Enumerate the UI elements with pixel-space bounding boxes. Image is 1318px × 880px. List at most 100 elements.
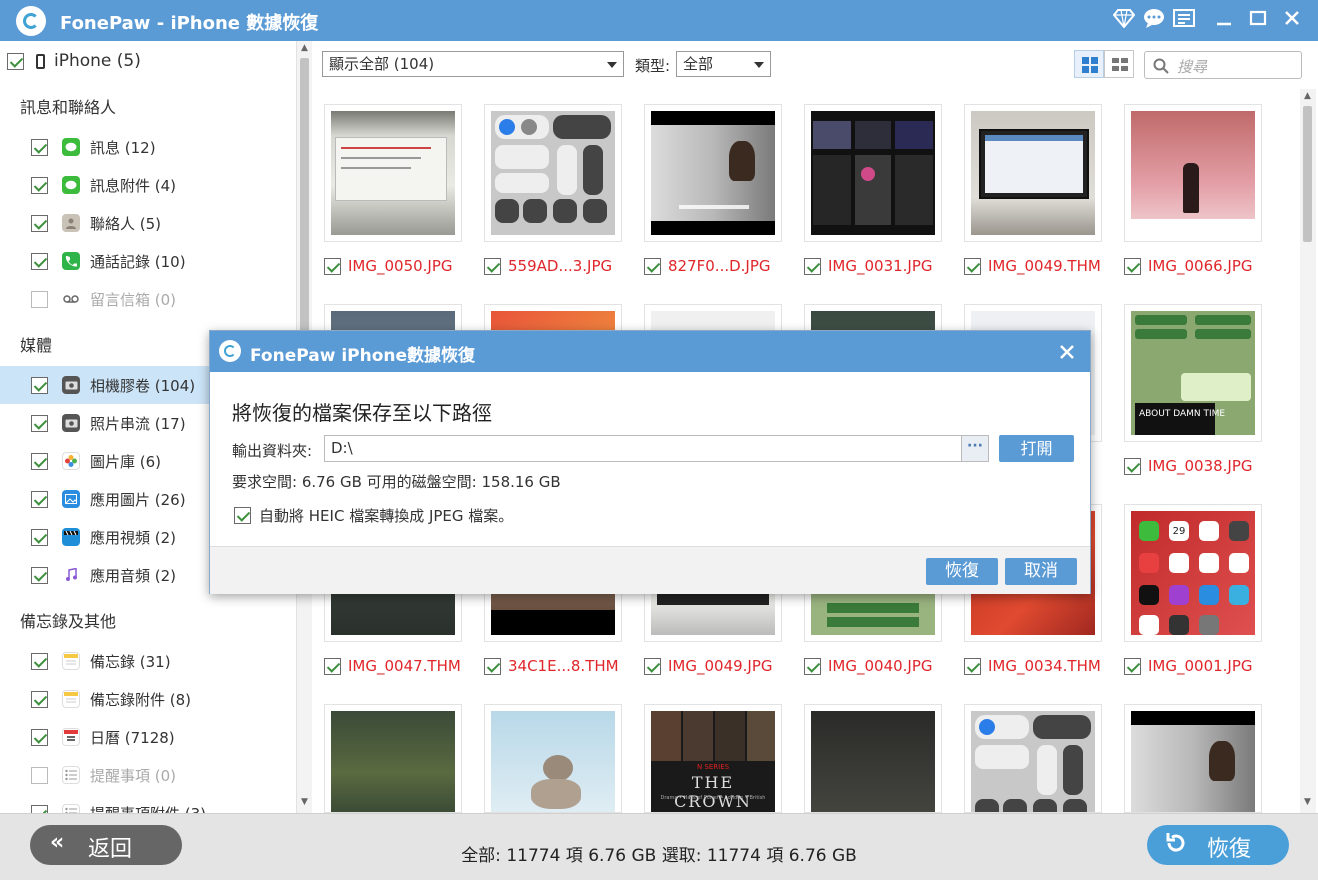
message-attachments-checkbox[interactable] (31, 176, 48, 194)
sidebar-item-label: 通話記錄 (10) (90, 252, 186, 271)
file-checkbox[interactable] (324, 657, 341, 675)
sidebar-device-row[interactable]: iPhone (5) (0, 42, 296, 80)
type-dropdown[interactable]: 全部 (676, 51, 771, 77)
reminders-attachments-checkbox[interactable] (31, 804, 48, 813)
contacts-checkbox[interactable] (31, 214, 48, 232)
scroll-up-icon[interactable]: ▲ (301, 43, 308, 53)
heic-checkbox[interactable] (234, 507, 251, 524)
voicemail-checkbox[interactable] (31, 290, 48, 308)
grid-view-button[interactable] (1074, 50, 1104, 78)
diamond-icon[interactable] (1112, 8, 1136, 32)
calendar-checkbox[interactable] (31, 728, 48, 746)
sidebar-item-reminders[interactable]: 提醒事項 (0) (0, 756, 296, 794)
camera-roll-checkbox[interactable] (31, 376, 48, 394)
file-caption[interactable]: 559AD...3.JPG (484, 257, 612, 275)
thumbnail-card[interactable] (484, 104, 622, 242)
file-caption[interactable]: IMG_0049.JPG (644, 657, 773, 675)
photo-library-checkbox[interactable] (31, 452, 48, 470)
thumbnail-card[interactable]: 29 (1124, 504, 1262, 642)
photo-stream-checkbox[interactable] (31, 414, 48, 432)
file-caption[interactable]: IMG_0038.JPG (1124, 457, 1253, 475)
messages-checkbox[interactable] (31, 138, 48, 156)
sidebar-item-notes-attachments[interactable]: 備忘錄附件 (8) (0, 680, 296, 718)
sidebar-item-calendar[interactable]: 日曆 (7128) (0, 718, 296, 756)
heic-option[interactable]: 自動將 HEIC 檔案轉換成 JPEG 檔案。 (234, 505, 513, 526)
sidebar-item-reminders-attachments[interactable]: 提醒事項附件 (3) (0, 794, 296, 813)
thumbnail-card[interactable] (804, 704, 942, 813)
sidebar-item-label: 訊息 (12) (90, 138, 156, 157)
search-icon (1153, 58, 1169, 74)
file-checkbox[interactable] (1124, 657, 1141, 675)
call-history-checkbox[interactable] (31, 252, 48, 270)
file-checkbox[interactable] (804, 257, 821, 275)
file-checkbox[interactable] (644, 657, 661, 675)
app-audio-checkbox[interactable] (31, 566, 48, 584)
scroll-down-icon[interactable]: ▼ (1304, 797, 1311, 807)
thumbnail-card[interactable]: ABOUT DAMN TIME (1124, 304, 1262, 442)
file-caption[interactable]: IMG_0047.THM (324, 657, 461, 675)
scroll-up-icon[interactable]: ▲ (1304, 91, 1311, 101)
app-video-icon (62, 528, 80, 546)
file-caption[interactable]: IMG_0001.JPG (1124, 657, 1253, 675)
scroll-down-icon[interactable]: ▼ (301, 797, 308, 807)
dialog-close-icon[interactable] (1058, 337, 1076, 367)
thumbnail-card[interactable] (324, 704, 462, 813)
notes-checkbox[interactable] (31, 652, 48, 670)
sidebar-item-notes[interactable]: 備忘錄 (31) (0, 642, 296, 680)
recover-button[interactable]: 恢復 (1147, 825, 1289, 865)
file-caption[interactable]: 34C1E...8.THM (484, 657, 619, 675)
main-scrollbar[interactable]: ▲ ▼ (1300, 89, 1316, 813)
thumbnail-card[interactable] (324, 104, 462, 242)
file-checkbox[interactable] (964, 257, 981, 275)
file-checkbox[interactable] (964, 657, 981, 675)
file-checkbox[interactable] (324, 257, 341, 275)
open-folder-button[interactable]: 打開 (999, 435, 1074, 462)
file-checkbox[interactable] (484, 657, 501, 675)
file-caption[interactable]: IMG_0050.JPG (324, 257, 453, 275)
feedback-icon[interactable] (1172, 8, 1196, 32)
file-caption[interactable]: 827F0...D.JPG (644, 257, 771, 275)
search-input[interactable]: 搜尋 (1144, 51, 1302, 79)
dialog-recover-button[interactable]: 恢復 (926, 558, 998, 585)
close-icon[interactable] (1280, 8, 1304, 32)
file-caption[interactable]: IMG_0031.JPG (804, 257, 933, 275)
notes-attachments-checkbox[interactable] (31, 690, 48, 708)
maximize-icon[interactable] (1246, 8, 1270, 32)
thumbnail-card[interactable]: N SERIES THE CROWN Drama • Halls of Powe… (644, 704, 782, 813)
thumbnail-card[interactable] (964, 104, 1102, 242)
browse-button[interactable]: ··· (961, 435, 989, 462)
filter-dropdown[interactable]: 顯示全部 (104) (322, 51, 624, 77)
scrollbar-thumb[interactable] (300, 58, 309, 358)
list-view-button[interactable] (1104, 50, 1134, 78)
dialog-cancel-button[interactable]: 取消 (1005, 558, 1077, 585)
sidebar-item-messages[interactable]: 訊息 (12) (0, 128, 296, 166)
sidebar-item-message-attachments[interactable]: 訊息附件 (4) (0, 166, 296, 204)
file-checkbox[interactable] (484, 257, 501, 275)
thumb-text: N SERIES (696, 763, 730, 771)
app-videos-checkbox[interactable] (31, 528, 48, 546)
sidebar-item-voicemail[interactable]: 留言信箱 (0) (0, 280, 296, 318)
device-checkbox[interactable] (7, 52, 24, 70)
output-folder-input[interactable]: D:\ (324, 435, 962, 462)
chat-icon[interactable] (1142, 8, 1166, 32)
file-caption[interactable]: IMG_0034.THM (964, 657, 1101, 675)
file-caption[interactable]: IMG_0066.JPG (1124, 257, 1253, 275)
thumbnail-card[interactable] (964, 704, 1102, 813)
thumbnail-card[interactable] (1124, 704, 1262, 813)
file-checkbox[interactable] (1124, 257, 1141, 275)
thumbnail-card[interactable] (644, 104, 782, 242)
scrollbar-thumb[interactable] (1303, 106, 1312, 242)
file-checkbox[interactable] (804, 657, 821, 675)
thumbnail-card[interactable] (804, 104, 942, 242)
sidebar-item-contacts[interactable]: 聯絡人 (5) (0, 204, 296, 242)
file-checkbox[interactable] (644, 257, 661, 275)
file-caption[interactable]: IMG_0049.THM (964, 257, 1101, 275)
thumbnail-card[interactable] (484, 704, 622, 813)
file-caption[interactable]: IMG_0040.JPG (804, 657, 933, 675)
reminders-checkbox[interactable] (31, 766, 48, 784)
app-photos-checkbox[interactable] (31, 490, 48, 508)
file-checkbox[interactable] (1124, 457, 1141, 475)
minimize-icon[interactable] (1212, 8, 1236, 32)
sidebar-item-call-history[interactable]: 通話記錄 (10) (0, 242, 296, 280)
thumbnail-card[interactable] (1124, 104, 1262, 242)
